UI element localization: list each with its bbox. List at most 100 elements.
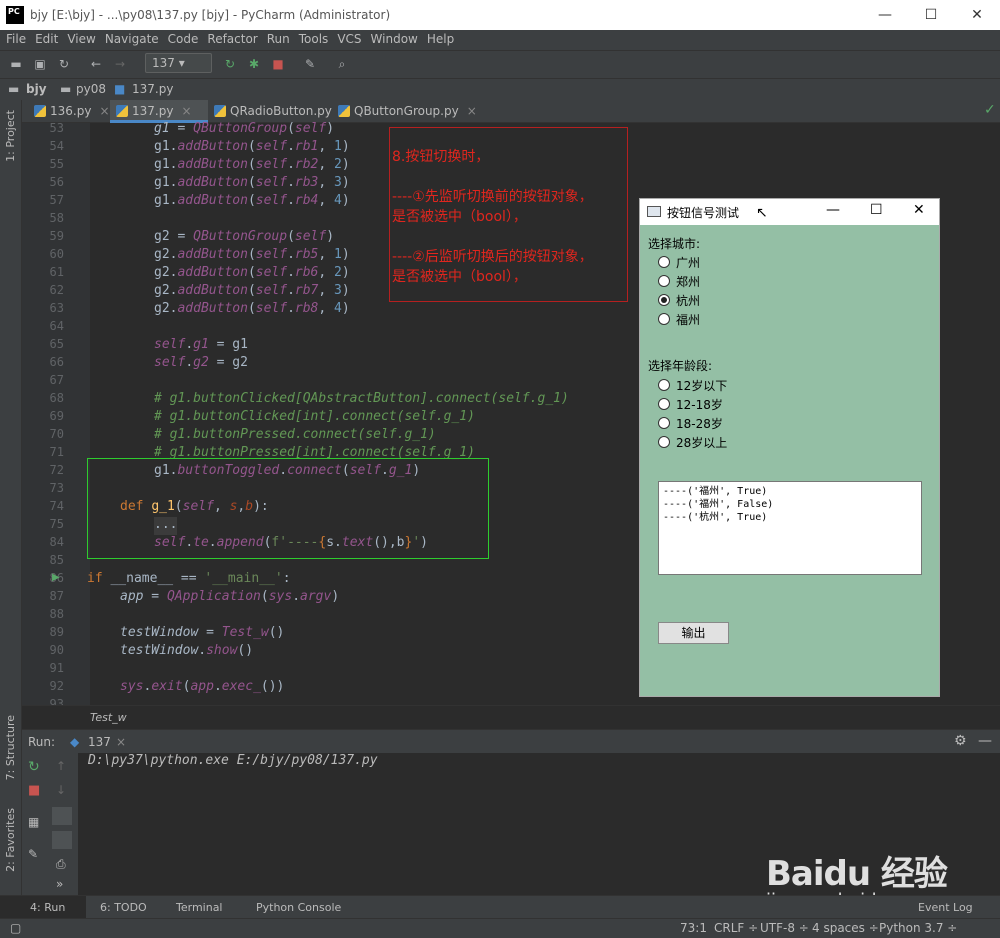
tab-terminal[interactable]: Terminal: [176, 901, 223, 914]
menu-window[interactable]: Window: [365, 30, 421, 46]
radio-age-1[interactable]: [658, 379, 670, 391]
scroll-end-icon[interactable]: [52, 831, 72, 849]
qt-minimize-button[interactable]: —: [826, 202, 840, 218]
run-configuration-select[interactable]: 137 ▾: [145, 53, 212, 73]
qt-window-titlebar: 按钮信号测试 ↖ — ☐ ✕: [640, 199, 939, 225]
output-text-edit[interactable]: ----('福州', True) ----('福州', False) ----(…: [658, 481, 922, 575]
tab-python-console[interactable]: Python Console: [256, 901, 341, 914]
menu-edit[interactable]: Edit: [29, 30, 61, 46]
hide-panel-icon[interactable]: —: [978, 733, 992, 749]
line-number: 63: [49, 301, 64, 315]
back-icon[interactable]: ←: [88, 56, 104, 72]
caret-position[interactable]: 73:1: [680, 921, 707, 935]
code-comment: # g1.buttonClicked[QAbstractButton].conn…: [154, 391, 569, 406]
tab-137[interactable]: 137.py ×: [110, 100, 208, 123]
tab-label: 136.py: [50, 104, 92, 118]
more-icon[interactable]: »: [56, 877, 63, 891]
menu-tools[interactable]: Tools: [293, 30, 332, 46]
annotation-text: ----①先监听切换前的按钮对象，: [392, 189, 593, 205]
radio-label: 郑州: [676, 275, 701, 289]
python-interpreter[interactable]: Python 3.7 ÷: [879, 921, 957, 935]
qt-close-button[interactable]: ✕: [913, 202, 925, 218]
debug-icon[interactable]: ✱: [246, 56, 262, 72]
mouse-cursor-icon: ↖: [756, 205, 768, 221]
line-number: 68: [49, 391, 64, 405]
editor-gutter: 53 54 55 56 57 58 59 60 61 62 63 64 65 6…: [22, 121, 90, 711]
line-number: 56: [49, 175, 64, 189]
soft-wrap-icon[interactable]: [52, 807, 72, 825]
folder-icon: ▬: [60, 82, 72, 96]
tab-event-log[interactable]: Event Log: [918, 901, 973, 914]
radio-zhengzhou[interactable]: [658, 275, 670, 287]
menu-view[interactable]: View: [61, 30, 98, 46]
menu-navigate[interactable]: Navigate: [99, 30, 162, 46]
radio-label: 福州: [676, 313, 701, 327]
menu-run[interactable]: Run: [261, 30, 293, 46]
save-icon[interactable]: ▣: [32, 56, 48, 72]
radio-age-2[interactable]: [658, 398, 670, 410]
radio-age-4[interactable]: [658, 436, 670, 448]
breadcrumb-class[interactable]: Test_w: [90, 711, 127, 724]
pin-icon[interactable]: ✎: [28, 847, 38, 861]
file-encoding[interactable]: UTF-8 ÷: [760, 921, 809, 935]
output-button[interactable]: 输出: [658, 622, 729, 644]
stop-icon[interactable]: ■: [28, 783, 40, 798]
menu-help[interactable]: Help: [421, 30, 457, 46]
radio-guangzhou[interactable]: [658, 256, 670, 268]
print-icon[interactable]: ⎙: [56, 857, 66, 872]
open-folder-icon[interactable]: ▬: [8, 56, 24, 72]
menu-file[interactable]: File: [0, 30, 29, 46]
left-tool-strip: 1: Project 7: Structure 2: Favorites: [0, 100, 22, 895]
code-line: g2 = QButtonGroup(self): [154, 229, 335, 244]
city-group-label: 选择城市:: [648, 237, 701, 251]
run-tab[interactable]: 137: [88, 735, 111, 749]
tab-qbuttongroup[interactable]: QButtonGroup.py ×: [332, 100, 492, 123]
sync-icon[interactable]: ↻: [56, 56, 72, 72]
tab-run[interactable]: 4: Run: [30, 901, 65, 914]
minimize-button[interactable]: —: [862, 0, 908, 30]
down-arrow-icon[interactable]: ↓: [56, 783, 66, 797]
radio-hangzhou[interactable]: [658, 294, 670, 306]
rerun-icon[interactable]: ↻: [222, 56, 238, 72]
radio-fuzhou[interactable]: [658, 313, 670, 325]
window-title: bjy [E:\bjy] - ...\py08\137.py [bjy] - P…: [30, 8, 391, 22]
radio-label: 18-28岁: [676, 417, 723, 431]
close-tab-icon[interactable]: ×: [467, 104, 477, 118]
structure-tool-tab[interactable]: 7: Structure: [4, 715, 17, 780]
favorites-tool-tab[interactable]: 2: Favorites: [4, 808, 17, 872]
stop-icon[interactable]: ■: [270, 56, 286, 72]
nav-folder[interactable]: py08: [76, 82, 106, 96]
qt-maximize-button[interactable]: ☐: [870, 202, 883, 218]
line-separator[interactable]: CRLF ÷: [714, 921, 758, 935]
run-gutter-icon[interactable]: ▶: [52, 572, 60, 583]
line-number: 64: [49, 319, 64, 333]
close-run-tab-icon[interactable]: ×: [116, 735, 126, 749]
maximize-button[interactable]: ☐: [908, 0, 954, 30]
settings-wrench-icon[interactable]: ✎: [302, 56, 318, 72]
indent-setting[interactable]: 4 spaces ÷: [812, 921, 879, 935]
gear-icon[interactable]: ⚙: [954, 733, 967, 749]
up-arrow-icon[interactable]: ↑: [56, 759, 66, 773]
nav-file[interactable]: 137.py: [132, 82, 173, 96]
tool-window-toggle-icon[interactable]: ▢: [10, 921, 21, 935]
radio-age-3[interactable]: [658, 417, 670, 429]
line-number: 54: [49, 139, 64, 153]
close-tab-icon[interactable]: ×: [181, 104, 191, 118]
close-button[interactable]: ✕: [954, 0, 1000, 30]
menu-refactor[interactable]: Refactor: [201, 30, 260, 46]
line-number: 53: [49, 121, 64, 135]
line-number: 58: [49, 211, 64, 225]
code-line: g1.addButton(self.rb2, 2): [154, 157, 350, 172]
menu-code[interactable]: Code: [162, 30, 202, 46]
nav-project[interactable]: bjy: [26, 82, 47, 96]
forward-icon[interactable]: →: [112, 56, 128, 72]
rerun-icon[interactable]: ↻: [28, 759, 40, 775]
python-run-icon: ◆: [70, 735, 80, 749]
tab-136[interactable]: 136.py ×: [28, 100, 110, 123]
tab-todo[interactable]: 6: TODO: [100, 901, 147, 914]
close-tab-icon[interactable]: ×: [99, 104, 109, 118]
menu-vcs[interactable]: VCS: [331, 30, 364, 46]
search-icon[interactable]: ⌕: [334, 56, 350, 72]
project-tool-tab[interactable]: 1: Project: [4, 110, 17, 162]
layout-icon[interactable]: ▦: [28, 815, 39, 829]
